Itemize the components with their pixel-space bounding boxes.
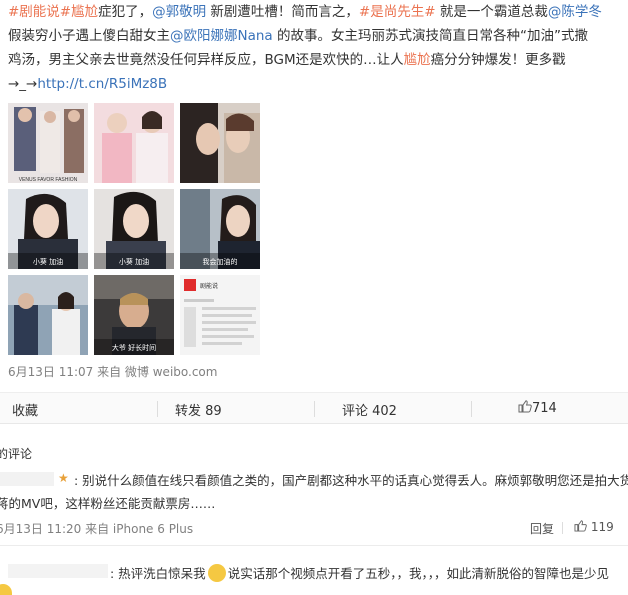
post-line-4: →_→http://t.cn/R5iMz8B	[8, 72, 620, 96]
comment-text: : 热评洗白惊呆我 说实话那个视频点开看了五秒，，我，，，如此清新脱俗的智障也是少…	[110, 563, 609, 584]
short-link[interactable]: http://t.cn/R5iMz8B	[37, 76, 167, 92]
thumbs-up-icon	[574, 520, 587, 532]
thumbnail-caption: 大爷 好长时间	[112, 343, 156, 352]
comment-text-part: 说实话那个视频点开看了五秒，，我，，，如此清新脱俗的智障也是少见	[227, 566, 609, 581]
keyword-gangga[interactable]: 尴尬	[71, 4, 98, 20]
text: 假装穷小子遇上傻白甜女主	[8, 28, 170, 44]
thumbnail-3[interactable]	[180, 103, 260, 183]
thumbnail-7[interactable]	[8, 275, 88, 355]
like-button[interactable]: 714	[518, 400, 557, 416]
keyword-gangga[interactable]: 尴尬	[404, 52, 431, 68]
thumbnail-caption: VENUS FAVOR FASHION	[19, 177, 78, 183]
divider	[157, 401, 158, 417]
divider	[314, 401, 315, 417]
action-bar: 收藏 转发 89 评论 402 714	[0, 392, 628, 424]
thumbnail-caption: 我会加油的	[203, 257, 238, 266]
thumbnail-5[interactable]: 小葵 加油	[94, 189, 174, 269]
comment-meta: 6月13日 11:20 来自 iPhone 6 Plus	[0, 522, 194, 536]
post-meta: 6月13日 11:07 来自 微博 weibo.com	[8, 365, 218, 379]
blurred-username	[8, 564, 108, 578]
post-line-2: 假装穷小子遇上傻白甜女主@欧阳娜娜Nana 的故事。女主玛丽苏式演技简直日常各种…	[8, 24, 620, 48]
like-count: 714	[532, 401, 557, 416]
comment-text-part: : 热评洗白惊呆我	[110, 566, 206, 581]
divider	[562, 522, 563, 534]
reply-button[interactable]: 回复	[530, 520, 554, 537]
divider	[0, 545, 628, 546]
text: 就是一个霸道总裁	[435, 4, 548, 20]
arrow-text: →_→	[8, 76, 38, 92]
comment-text-cont: 蒋的MV吧，这样粉丝还能贡献票房……	[0, 496, 216, 511]
thumbnail-8[interactable]: 大爷 好长时间	[94, 275, 174, 355]
topic-tag-shangxiansheng[interactable]: #是尚先生#	[359, 4, 436, 20]
text: 癌分分钟爆发！更多戳	[430, 52, 566, 68]
comment-text: : 别说什么颜值在线只看颜值之类的，国产剧都这种水平的话真心觉得丢人。麻烦郭敬明…	[74, 473, 628, 488]
blurred-username	[0, 472, 54, 486]
comment-like-count: 119	[590, 520, 614, 534]
topic-tag-juneng[interactable]: #剧能说#	[8, 4, 71, 20]
text: 的故事。女主玛丽苏式演技简直日常各种“加油”式撒	[272, 28, 588, 44]
thumbs-up-icon	[518, 400, 532, 413]
smiley-emoji-icon	[207, 564, 226, 582]
mention-ouyangnana[interactable]: @欧阳娜娜Nana	[170, 28, 273, 44]
thumbnail-caption: 剧能说	[200, 282, 218, 290]
post-line-3: 鸡汤，男主父亲去世竟然没任何异样反应，BGM还是欢快的…让人尴尬癌分分钟爆发！更…	[8, 48, 620, 72]
comment-button[interactable]: 评论 402	[342, 400, 397, 419]
favorite-button[interactable]: 收藏	[12, 400, 38, 419]
text: 症犯了，	[98, 4, 153, 20]
post-line-1: #剧能说#尴尬症犯了，@郭敬明 新剧遭吐槽！简而言之，#是尚先生# 就是一个霸道…	[8, 0, 620, 24]
divider	[471, 401, 472, 417]
text: 鸡汤，男主父亲去世竟然没任何异样反应，BGM还是欢快的…让人	[8, 52, 404, 68]
mention-guojingming[interactable]: @郭敬明	[152, 4, 206, 20]
thumbnail-2[interactable]	[94, 103, 174, 183]
thumbnail-caption: 小葵 加油	[33, 257, 63, 266]
comments-section-title: 的评论	[0, 447, 33, 461]
thumbnail-4[interactable]: 小葵 加油	[8, 189, 88, 269]
thumbnail-9[interactable]: 剧能说	[180, 275, 260, 355]
post-text: #剧能说#尴尬症犯了，@郭敬明 新剧遭吐槽！简而言之，#是尚先生# 就是一个霸道…	[8, 0, 620, 96]
thumbnail-1[interactable]: VENUS FAVOR FASHION	[8, 103, 88, 183]
text: 新剧遭吐槽！简而言之，	[206, 4, 359, 20]
thumbnail-6[interactable]: 我会加油的	[180, 189, 260, 269]
repost-button[interactable]: 转发 89	[175, 400, 222, 419]
avatar	[0, 584, 12, 595]
thumbnail-caption: 小葵 加油	[119, 257, 149, 266]
mention-chenxuedong[interactable]: @陈学冬	[548, 4, 602, 20]
badge-icon: ★	[58, 471, 69, 485]
comment-like-button[interactable]: 119	[574, 520, 614, 534]
